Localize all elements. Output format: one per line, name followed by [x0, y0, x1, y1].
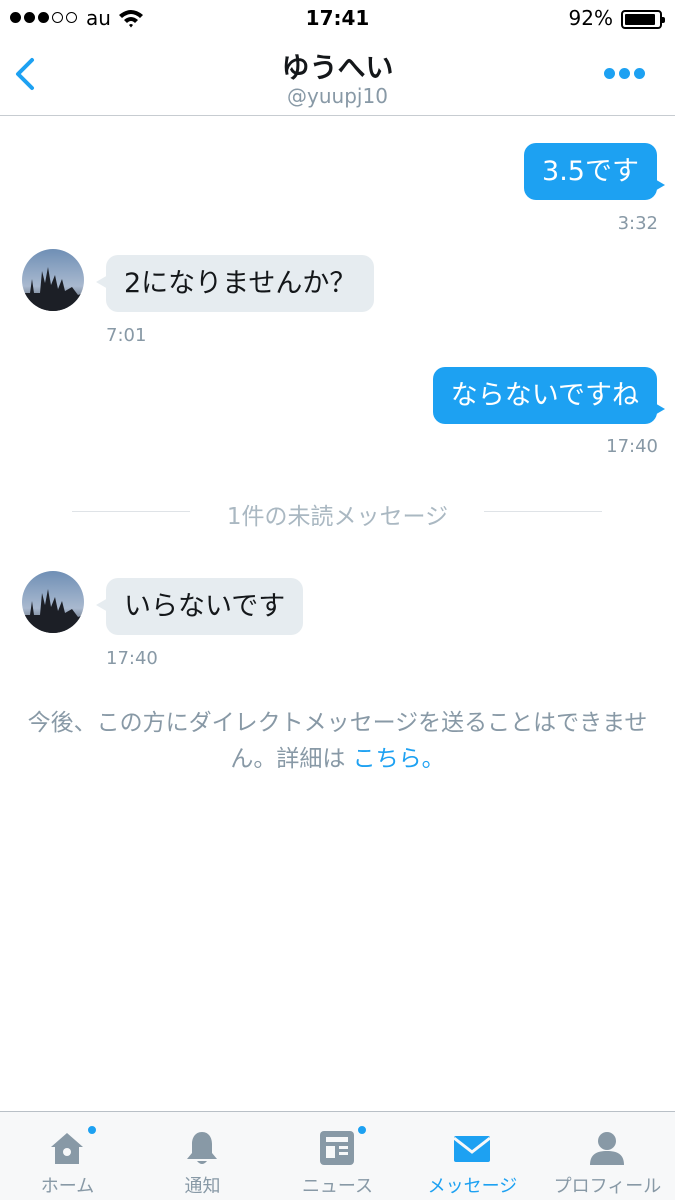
message-timestamp: 3:32 — [617, 213, 658, 234]
message-text: いらないです — [124, 591, 286, 622]
message-text: 2になりませんか？ — [124, 268, 357, 299]
tab-home[interactable]: ホーム — [0, 1112, 135, 1200]
profile-icon — [590, 1132, 624, 1165]
divider — [484, 511, 602, 512]
tab-label: メッセージ — [427, 1176, 518, 1197]
avatar[interactable] — [22, 571, 84, 633]
tab-label: 通知 — [184, 1176, 221, 1197]
conversation-header: ゆうへい @yuupj10 — [0, 36, 675, 116]
message-timestamp: 17:40 — [106, 648, 158, 669]
received-message-bubble[interactable]: 2になりませんか？ — [95, 255, 375, 312]
message-text: 3.5です — [542, 156, 639, 187]
tab-profile[interactable]: プロフィール — [540, 1112, 675, 1200]
castle-avatar-image — [22, 249, 84, 311]
notification-badge — [356, 1124, 368, 1136]
tab-label: ニュース — [301, 1176, 374, 1197]
message-timestamp: 17:40 — [606, 436, 658, 457]
received-message-bubble[interactable]: いらないです — [95, 578, 304, 635]
unread-separator: 1件の未読メッセージ — [226, 504, 449, 530]
tab-messages[interactable]: メッセージ — [405, 1112, 540, 1200]
dm-conversation-screen: au 17:41 92% ゆうへい @yuupj10 3.5です 3:32 2に… — [0, 0, 675, 1200]
message-timestamp: 7:01 — [106, 325, 147, 346]
conversation-title[interactable]: ゆうへい — [0, 46, 675, 86]
news-icon — [320, 1131, 354, 1165]
bell-icon — [187, 1132, 217, 1164]
tab-news[interactable]: ニュース — [270, 1112, 405, 1200]
notification-badge — [86, 1124, 98, 1136]
tab-label: プロフィール — [553, 1176, 662, 1197]
notice-text: 今後、この方にダイレクトメッセージを送ることはできません。詳細は — [27, 710, 648, 772]
sent-message-bubble[interactable]: 3.5です — [524, 143, 665, 200]
home-icon — [51, 1133, 83, 1164]
message-text: ならないですね — [450, 380, 639, 411]
status-bar: au 17:41 92% — [0, 0, 675, 36]
tab-label: ホーム — [40, 1176, 95, 1197]
sent-message-bubble[interactable]: ならないですね — [432, 367, 666, 424]
battery-icon — [621, 10, 665, 29]
castle-avatar-image — [22, 571, 84, 633]
envelope-icon — [453, 1136, 491, 1162]
dm-disabled-notice: 今後、この方にダイレクトメッセージを送ることはできません。詳細は こちら。 — [15, 705, 660, 777]
tab-notifications[interactable]: 通知 — [135, 1112, 270, 1200]
battery-percent: 92% — [568, 6, 613, 30]
avatar[interactable] — [22, 249, 84, 311]
bottom-tab-bar: ホーム 通知 ニュース メッセージ プロフィール — [0, 1111, 675, 1200]
details-link[interactable]: こちら。 — [353, 746, 445, 772]
more-dots-icon[interactable] — [604, 68, 645, 79]
battery-level — [625, 14, 656, 25]
user-handle[interactable]: @yuupj10 — [0, 84, 675, 108]
